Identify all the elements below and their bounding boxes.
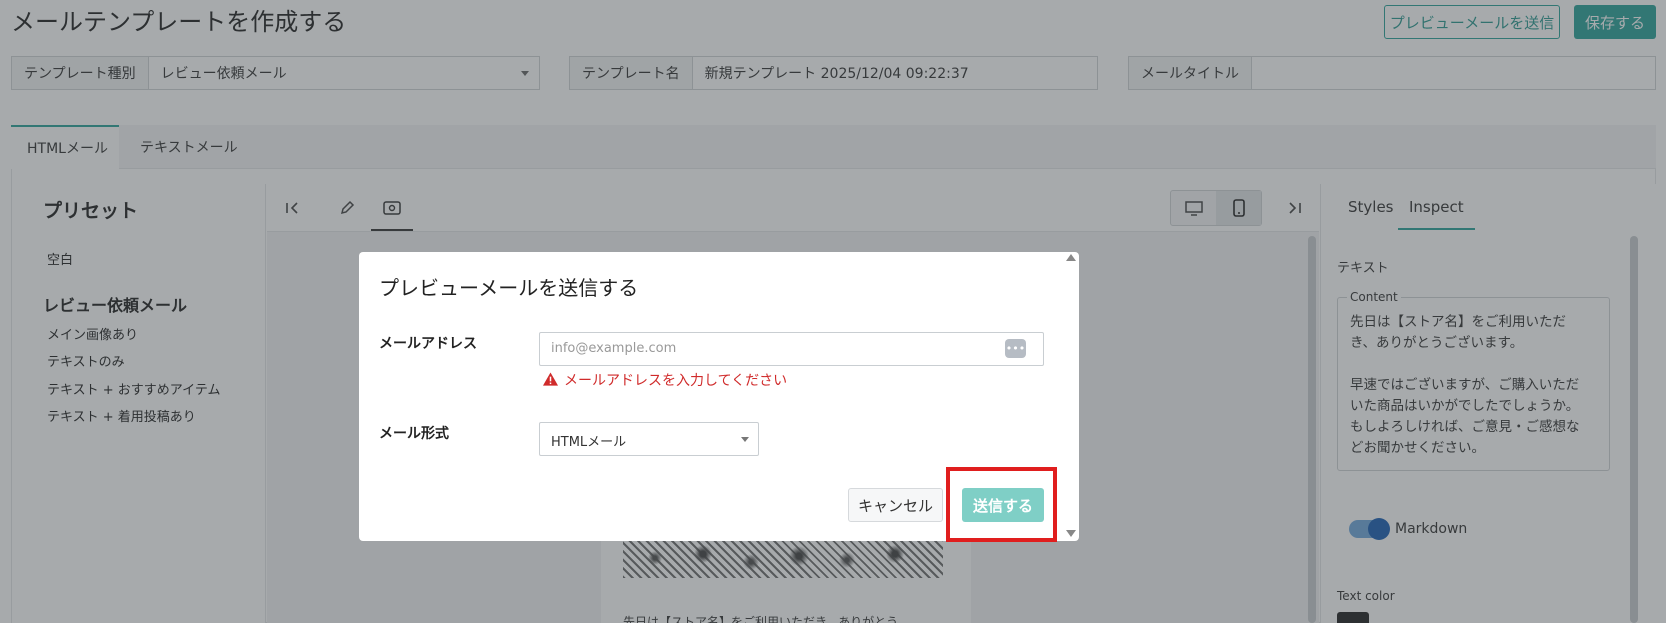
email-label: メールアドレス [379, 336, 477, 352]
highlight-annotation [946, 467, 1057, 542]
email-placeholder: info@example.com [551, 341, 677, 356]
scroll-up-arrow-icon[interactable] [1066, 254, 1076, 261]
modal-title: プレビューメールを送信する [379, 276, 639, 300]
warning-icon [543, 372, 558, 386]
password-manager-icon[interactable]: ••• [1005, 339, 1026, 358]
cancel-button[interactable]: キャンセル [848, 488, 943, 522]
email-error-message: メールアドレスを入力してください [564, 373, 788, 389]
format-label: メール形式 [379, 426, 449, 442]
format-select-value: HTMLメール [551, 435, 627, 450]
chevron-down-icon [741, 437, 749, 442]
scroll-down-arrow-icon[interactable] [1066, 530, 1076, 537]
